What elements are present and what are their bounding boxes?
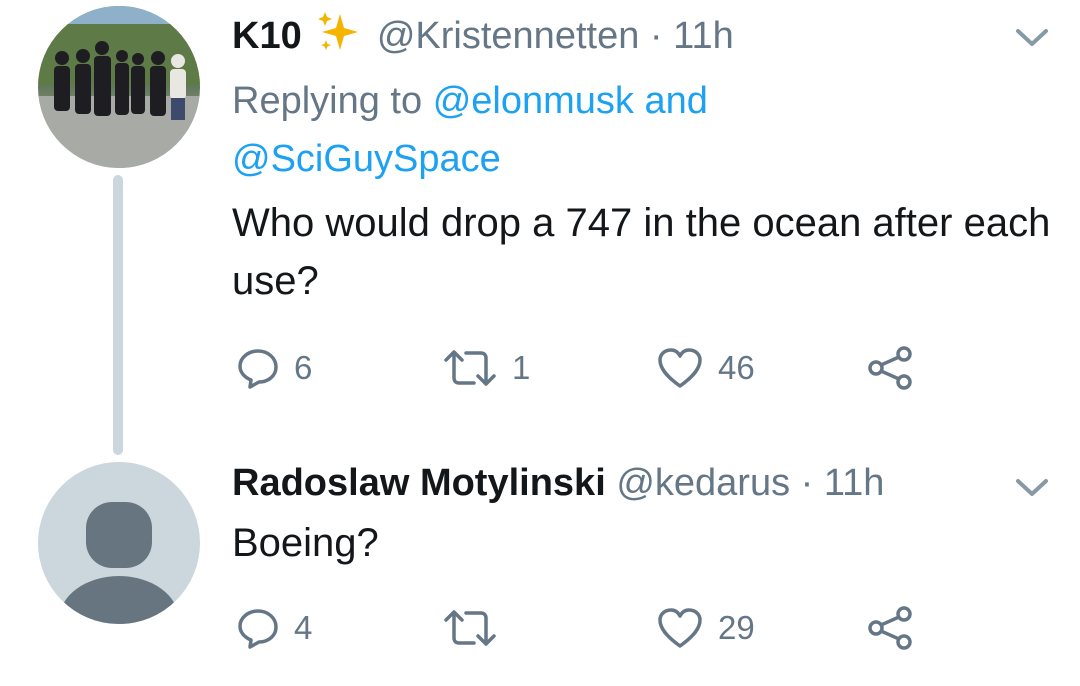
like-button[interactable]: 46 [656,346,755,390]
heart-icon [658,608,702,648]
retweet-button-2[interactable] [442,606,512,650]
retweet-button[interactable]: 1 [442,346,530,390]
replying-to-label: Replying to [232,80,423,122]
reply-icon [238,349,278,389]
chevron-down-icon [1016,29,1048,46]
timestamp[interactable]: 11h [673,15,734,57]
more-options-button-2[interactable] [1012,472,1052,507]
reply-icon [238,609,278,649]
mention-link-1[interactable]: @elonmusk [433,80,634,122]
reply-count: 6 [294,349,313,386]
default-profile-icon [59,502,179,624]
share-button[interactable] [866,346,916,390]
share-button-2[interactable] [866,606,916,650]
retweet-count: 1 [512,349,531,386]
reply-button-2[interactable]: 4 [236,606,312,650]
more-options-button[interactable] [1012,22,1052,57]
tweet-header: K10 @Kristennetten · 11h [232,10,734,65]
display-name-2[interactable]: Radoslaw Motylinski [232,462,606,504]
chevron-down-icon [1016,479,1048,496]
like-count-2: 29 [718,609,755,646]
timestamp-2[interactable]: 11h [824,462,885,504]
like-button-2[interactable]: 29 [656,606,755,650]
avatar-default[interactable] [38,462,200,624]
separator-dot: · [649,15,663,57]
retweet-icon [444,350,496,386]
like-count: 46 [718,349,755,386]
user-handle-2[interactable]: @kedarus [616,462,790,504]
share-icon [868,346,912,390]
tweet-header-2: Radoslaw Motylinski @kedarus · 11h [232,460,884,506]
thread-connector-line [113,175,123,455]
reply-count-2: 4 [294,609,313,646]
tweet-text: Who would drop a 747 in the ocean after … [232,201,1051,303]
mention-and: and [644,80,708,122]
mention-link-2[interactable]: @SciGuySpace [232,138,501,180]
display-name[interactable]: K10 [232,15,302,57]
sparkles-icon [316,10,360,65]
separator-dot-2: · [800,462,814,504]
user-handle[interactable]: @Kristennetten [377,15,640,57]
group-photo-image [38,6,200,168]
share-icon [868,606,912,650]
retweet-icon [444,610,496,646]
tweet-text-2: Boeing? [232,521,379,565]
reply-button[interactable]: 6 [236,346,312,390]
replying-to-line: Replying to @elonmusk and @SciGuySpace [232,72,1052,188]
heart-icon [658,348,702,388]
avatar-k10[interactable] [38,6,200,168]
